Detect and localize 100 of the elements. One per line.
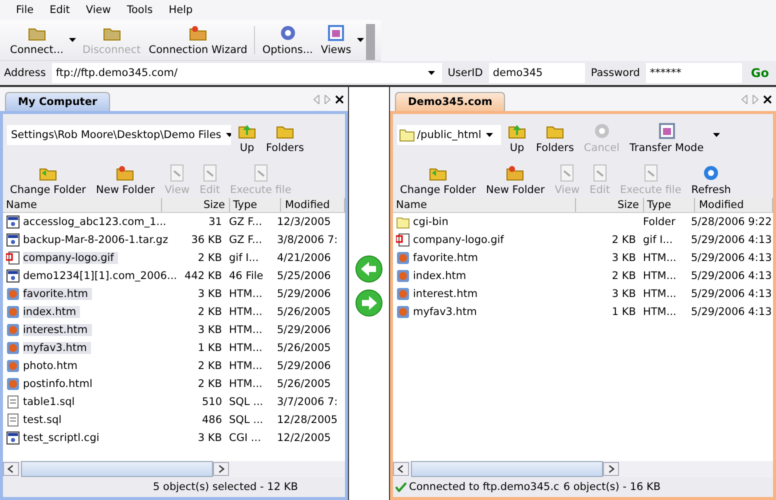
folder-icon <box>396 215 410 229</box>
column-header[interactable]: Name <box>3 198 162 212</box>
file-name[interactable]: test_scriptl.cgi <box>23 432 104 444</box>
scroll-right-icon[interactable] <box>213 462 229 476</box>
menu-item[interactable]: File <box>8 4 42 16</box>
web-file-icon <box>6 287 20 301</box>
program-file-icon <box>6 269 20 283</box>
file-name[interactable]: table1.sql <box>23 396 79 408</box>
file-modified: 5/28/2006 9:22 <box>691 216 772 228</box>
file-name[interactable]: interest.htm <box>413 288 482 300</box>
file-type: GZ F... <box>229 234 262 246</box>
file-type: HTM... <box>229 306 262 318</box>
toolbar-button[interactable]: Change Folder <box>397 164 479 196</box>
toolbar-button[interactable]: Views <box>316 22 356 60</box>
column-header[interactable]: Modified <box>281 198 345 212</box>
file-name[interactable]: favorite.htm <box>413 252 482 264</box>
menu-item[interactable]: View <box>78 4 119 16</box>
file-name[interactable]: company-logo.gif <box>23 252 118 264</box>
toolbar-button[interactable]: Options... <box>258 22 317 60</box>
status-text: 6 object(s) - 16 KB <box>563 481 661 493</box>
file-size: 442 KB <box>184 270 222 282</box>
file-size: 510 <box>202 396 222 408</box>
file-size: 3 KB <box>612 252 636 264</box>
toolbar-button[interactable]: Folders <box>263 122 307 154</box>
toolbar-button[interactable]: Change Folder <box>7 164 89 196</box>
column-header[interactable]: Type <box>644 198 695 212</box>
menu-item[interactable]: Tools <box>118 4 161 16</box>
file-name[interactable]: accesslog_abc123.com_1... <box>23 216 170 228</box>
program-file-icon <box>6 431 20 445</box>
column-header[interactable]: Modified <box>695 198 773 212</box>
address-label: Address <box>4 67 46 79</box>
file-size: 486 <box>202 414 222 426</box>
toolbar-button[interactable]: New Folder <box>93 164 158 196</box>
file-name[interactable]: myfav3.htm <box>23 342 91 354</box>
scroll-left-icon[interactable] <box>393 462 409 476</box>
column-header[interactable]: Name <box>393 198 576 212</box>
caret-icon[interactable] <box>69 38 76 42</box>
file-name[interactable]: backup-Mar-8-2006-1.tar.gz <box>23 234 172 246</box>
scroll-left-icon[interactable] <box>3 462 19 476</box>
column-header[interactable]: Type <box>230 198 281 212</box>
caret-icon[interactable] <box>712 133 720 137</box>
column-header[interactable]: Size <box>162 198 230 212</box>
file-name[interactable]: demo1234[1][1].com_2006... <box>23 270 181 282</box>
dropdown-arrow-icon[interactable] <box>486 133 494 137</box>
file-modified: 5/29/2006 <box>277 360 331 372</box>
file-type: HTM... <box>229 288 262 300</box>
file-modified: 5/26/2005 <box>277 342 331 354</box>
path-dropdown[interactable]: /public_html <box>397 125 501 145</box>
file-modified: 3/7/2006 7: <box>277 396 338 408</box>
file-modified: 12/2/2005 <box>277 432 331 444</box>
panel-tab[interactable]: Demo345.com <box>395 92 506 111</box>
file-name[interactable]: interest.htm <box>23 324 92 336</box>
file-name[interactable]: photo.htm <box>23 360 82 372</box>
file-name[interactable]: myfav3.htm <box>413 306 481 318</box>
menu-item[interactable]: Edit <box>42 4 78 16</box>
scrollbar-thumb[interactable] <box>411 461 603 477</box>
file-type: gif I... <box>229 252 259 264</box>
file-modified: 4/21/2006 <box>277 252 331 264</box>
scrollbar-thumb[interactable] <box>21 461 213 477</box>
horizontal-scrollbar[interactable] <box>393 461 773 477</box>
horizontal-scrollbar[interactable] <box>3 461 345 477</box>
caret-icon[interactable] <box>357 38 364 42</box>
file-name[interactable]: company-logo.gif <box>413 234 508 246</box>
program-file-icon <box>6 215 20 229</box>
file-name[interactable]: cgi-bin <box>413 216 452 228</box>
file-name[interactable]: postinfo.html <box>23 378 96 390</box>
web-file-icon <box>6 305 20 319</box>
file-type: HTM... <box>643 252 676 264</box>
dropdown-arrow-icon[interactable] <box>226 133 231 137</box>
panel-tab[interactable]: My Computer <box>5 92 110 111</box>
check-icon <box>395 482 407 492</box>
toolbar-button[interactable]: New Folder <box>483 164 548 196</box>
path-dropdown[interactable]: Settings\Rob Moore\Desktop\Demo Files <box>7 125 231 145</box>
address-field[interactable]: ftp://ftp.demo345.com/ <box>52 63 442 83</box>
file-type: gif I... <box>643 234 673 246</box>
file-name[interactable]: index.htm <box>23 306 80 318</box>
toolbar-button[interactable]: Refresh <box>688 164 734 196</box>
file-name[interactable]: index.htm <box>413 270 470 282</box>
program-file-icon <box>6 233 20 247</box>
toolbar-button[interactable]: Connect... <box>6 22 68 60</box>
toolbar-button[interactable]: Transfer Mode <box>626 122 707 154</box>
file-name[interactable]: test.sql <box>23 414 66 426</box>
toolbar-button[interactable]: Up <box>505 122 529 154</box>
dropdown-arrow-icon[interactable] <box>428 71 435 75</box>
toolbar-button[interactable]: Connection Wizard <box>144 22 252 60</box>
password-field[interactable]: ****** <box>646 63 742 83</box>
image-file-icon <box>6 251 20 265</box>
column-header[interactable]: Size <box>576 198 644 212</box>
file-size: 3 KB <box>198 288 222 300</box>
userid-field[interactable]: demo345 <box>488 63 585 83</box>
file-modified: 12/28/2005 <box>277 414 338 426</box>
file-type: HTM... <box>643 270 676 282</box>
file-size: 2 KB <box>198 360 222 372</box>
toolbar-button[interactable]: Up <box>235 122 259 154</box>
go-button[interactable]: Go <box>748 66 772 80</box>
scroll-right-icon[interactable] <box>603 462 619 476</box>
menu-item[interactable]: Help <box>160 4 201 16</box>
file-name[interactable]: favorite.htm <box>23 288 92 300</box>
file-modified: 5/29/2006 4:13 <box>691 252 772 264</box>
toolbar-button[interactable]: Folders <box>533 122 577 154</box>
